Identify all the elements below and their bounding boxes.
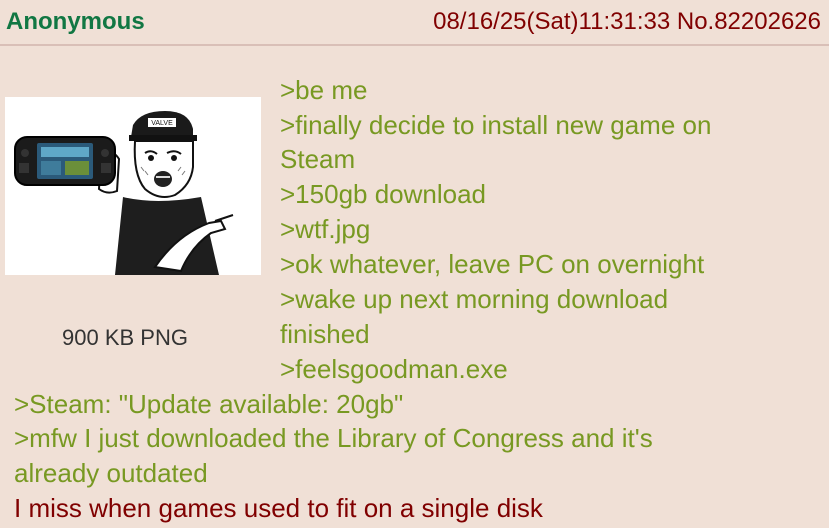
greentext-line: >mfw I just downloaded the Library of Co… [14, 423, 653, 453]
post-datetime: 08/16/25(Sat)11:31:33 [433, 8, 671, 35]
greentext-line: already outdated [14, 458, 208, 488]
greentext-line: >Steam: "Update available: 20gb" [14, 389, 404, 419]
file-info: 900 KB PNG [62, 325, 188, 350]
greentext-line: >be me [280, 75, 368, 105]
post-number-link[interactable]: No.82202626 [677, 8, 821, 35]
wojak-steam-deck-image: VALVE [14, 111, 234, 275]
greentext-line: finished [280, 319, 370, 349]
greentext-line: >wake up next morning download [280, 284, 669, 314]
greentext-line: >wtf.jpg [280, 214, 371, 244]
comment-line: I miss when games used to fit on a singl… [14, 493, 543, 523]
greentext-line: >feelsgoodman.exe [280, 354, 508, 384]
post-meta: 08/16/25(Sat)11:31:33 No.82202626 [433, 8, 821, 36]
greentext-line: Steam [280, 144, 356, 174]
greentext-line: >ok whatever, leave PC on overnight [280, 249, 705, 279]
post-header: Anonymous 08/16/25(Sat)11:31:33 No.82202… [0, 0, 829, 46]
cap-badge-text: VALVE [151, 120, 173, 127]
post-image-thumbnail[interactable]: VALVE [5, 97, 261, 275]
greentext-line: >150gb download [280, 179, 487, 209]
poster-name: Anonymous [6, 8, 145, 35]
greentext-line: >finally decide to install new game on [280, 110, 712, 140]
